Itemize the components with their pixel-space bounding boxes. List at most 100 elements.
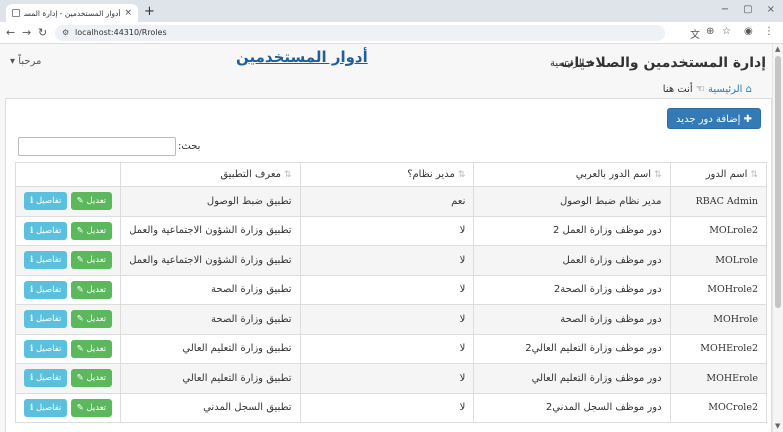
edit-icon: ✎ bbox=[76, 402, 87, 413]
details-button[interactable]: ℹ تفاصيل bbox=[24, 280, 68, 299]
nav-home-label: الرئيسية bbox=[550, 58, 585, 69]
breadcrumb-current: أنت هنا bbox=[662, 84, 693, 95]
details-label: تفاصيل bbox=[35, 343, 62, 354]
translate-icon[interactable]: 文 bbox=[690, 26, 700, 41]
edit-button[interactable]: ✎ تعديل bbox=[70, 398, 113, 417]
page: إدارة المستخدمين والصلاحيات ⌂ الرئيسية أ… bbox=[0, 44, 772, 432]
scrollbar[interactable]: ▲ ▼ bbox=[772, 44, 783, 432]
breadcrumb-home[interactable]: ⌂ الرئيسية bbox=[708, 84, 752, 95]
cell-app-id: تطبيق وزارة الصحة bbox=[120, 274, 301, 305]
col-role-name[interactable]: ⇅اسم الدور bbox=[669, 162, 768, 187]
favicon-icon bbox=[12, 9, 20, 17]
sort-icon: ⇅ bbox=[750, 170, 758, 180]
close-window-icon[interactable]: × bbox=[767, 4, 775, 15]
details-button[interactable]: ℹ تفاصيل bbox=[24, 192, 68, 211]
cell-role-arabic: دور موظف وزارة العمل 2 bbox=[473, 215, 671, 246]
content-panel: ✚ إضافة دور جديد بحث: ⇅اسم الدور ⇅اسم ال… bbox=[5, 98, 772, 432]
cell-role-arabic: دور موظف وزارة الصحة bbox=[473, 304, 671, 335]
new-tab-button[interactable]: + bbox=[144, 4, 155, 19]
back-icon[interactable]: ← bbox=[6, 26, 15, 39]
scroll-up-icon[interactable]: ▲ bbox=[775, 45, 780, 53]
cell-actions: ℹ تفاصيل ✎ تعديل bbox=[14, 304, 122, 335]
cell-app-id: تطبيق وزارة التعليم العالي bbox=[120, 363, 301, 394]
welcome-menu[interactable]: مرحباً ▾ bbox=[10, 56, 41, 67]
edit-button[interactable]: ✎ تعديل bbox=[70, 369, 113, 388]
home-icon: ⌂ bbox=[742, 84, 752, 95]
details-label: تفاصيل bbox=[35, 255, 62, 266]
edit-icon: ✎ bbox=[76, 255, 87, 266]
edit-label: تعديل bbox=[86, 255, 107, 266]
table-row: RBAC Admin مدير نظام ضبط الوصول نعم تطبيق ض… bbox=[14, 186, 768, 217]
cell-role-arabic: دور موظف وزارة التعليم العالي bbox=[473, 363, 671, 394]
edit-button[interactable]: ✎ تعديل bbox=[70, 221, 113, 240]
bookmark-star-icon[interactable]: ☆ bbox=[722, 26, 731, 37]
breadcrumb-home-label: الرئيسية bbox=[708, 84, 743, 95]
zoom-icon[interactable]: ⊕ bbox=[706, 26, 714, 37]
cell-actions: ℹ تفاصيل ✎ تعديل bbox=[14, 186, 122, 217]
details-label: تفاصيل bbox=[35, 225, 62, 236]
details-button[interactable]: ℹ تفاصيل bbox=[24, 310, 68, 329]
welcome-label: مرحباً bbox=[18, 56, 42, 67]
details-label: تفاصيل bbox=[35, 196, 62, 207]
edit-label: تعديل bbox=[86, 402, 107, 413]
cell-is-admin: لا bbox=[299, 215, 475, 246]
cell-role-name: MOHErole bbox=[669, 363, 768, 394]
details-button[interactable]: ℹ تفاصيل bbox=[24, 221, 68, 240]
edit-button[interactable]: ✎ تعديل bbox=[70, 280, 113, 299]
address-bar-row: ← → ↻ ⚙ localhost:44310/Rroles 文 ⊕ ☆ ◉ ⋮ bbox=[0, 22, 783, 44]
edit-label: تعديل bbox=[86, 225, 107, 236]
profile-icon[interactable]: ◉ bbox=[744, 26, 753, 37]
details-button[interactable]: ℹ تفاصيل bbox=[24, 398, 68, 417]
page-title: أدوار المستخدمين bbox=[236, 48, 368, 66]
url-field[interactable]: ⚙ localhost:44310/Rroles bbox=[55, 25, 665, 41]
edit-button[interactable]: ✎ تعديل bbox=[70, 339, 113, 358]
caret-down-icon: ▾ bbox=[10, 56, 16, 67]
cell-role-name: MOLrole2 bbox=[669, 215, 768, 246]
cell-is-admin: لا bbox=[299, 392, 475, 423]
details-button[interactable]: ℹ تفاصيل bbox=[24, 369, 68, 388]
tab-close-icon[interactable]: × bbox=[124, 8, 132, 18]
forward-icon[interactable]: → bbox=[22, 26, 31, 39]
details-label: تفاصيل bbox=[35, 284, 62, 295]
nav-home-link[interactable]: ⌂ الرئيسية bbox=[550, 58, 594, 69]
col-actions bbox=[14, 162, 122, 187]
minimize-icon[interactable]: − bbox=[721, 4, 729, 15]
cell-is-admin: لا bbox=[299, 274, 475, 305]
edit-button[interactable]: ✎ تعديل bbox=[70, 251, 113, 270]
col-is-admin[interactable]: ⇅مدير نظام؟ bbox=[299, 162, 475, 187]
details-button[interactable]: ℹ تفاصيل bbox=[24, 251, 68, 270]
browser-tab[interactable]: أدوار المستخدمين - إدارة المستخ × bbox=[6, 4, 138, 22]
edit-button[interactable]: ✎ تعديل bbox=[70, 192, 113, 211]
details-button[interactable]: ℹ تفاصيل bbox=[24, 339, 68, 358]
edit-button[interactable]: ✎ تعديل bbox=[70, 310, 113, 329]
maximize-icon[interactable]: ▢ bbox=[743, 4, 752, 15]
cell-app-id: تطبيق السجل المدني bbox=[120, 392, 301, 423]
edit-label: تعديل bbox=[86, 343, 107, 354]
table-row: MOHErole2 دور موظف وزارة التعليم العالي2 ل… bbox=[14, 333, 768, 364]
scroll-down-icon[interactable]: ▼ bbox=[775, 422, 780, 430]
site-settings-icon[interactable]: ⚙ bbox=[62, 25, 69, 41]
edit-label: تعديل bbox=[86, 284, 107, 295]
cell-is-admin: لا bbox=[299, 304, 475, 335]
reload-icon[interactable]: ↻ bbox=[38, 26, 47, 39]
hand-point-icon: ☜ bbox=[692, 84, 705, 95]
edit-icon: ✎ bbox=[76, 284, 87, 295]
window-controls: − ▢ × bbox=[721, 4, 775, 15]
cell-app-id: تطبيق ضبط الوصول bbox=[120, 186, 301, 217]
add-role-label: إضافة دور جديد bbox=[676, 114, 741, 125]
cell-actions: ℹ تفاصيل ✎ تعديل bbox=[14, 274, 122, 305]
search-input[interactable] bbox=[18, 137, 176, 156]
table-row: MOHrole دور موظف وزارة الصحة لا تطبيق وزارة… bbox=[14, 304, 768, 335]
col-role-arabic[interactable]: ⇅اسم الدور بالعربي bbox=[473, 162, 671, 187]
scrollbar-thumb[interactable] bbox=[775, 56, 781, 308]
details-label: تفاصيل bbox=[35, 314, 62, 325]
cell-actions: ℹ تفاصيل ✎ تعديل bbox=[14, 245, 122, 276]
url-text: localhost:44310/Rroles bbox=[75, 28, 167, 37]
cell-role-name: MOCrole2 bbox=[669, 392, 768, 423]
add-role-button[interactable]: ✚ إضافة دور جديد bbox=[667, 108, 761, 129]
col-app-id[interactable]: ⇅معرف التطبيق bbox=[120, 162, 301, 187]
cell-role-arabic: دور موظف وزارة التعليم العالي2 bbox=[473, 333, 671, 364]
menu-icon[interactable]: ⋮ bbox=[764, 26, 774, 37]
cell-actions: ℹ تفاصيل ✎ تعديل bbox=[14, 392, 122, 423]
sort-icon: ⇅ bbox=[284, 170, 292, 180]
